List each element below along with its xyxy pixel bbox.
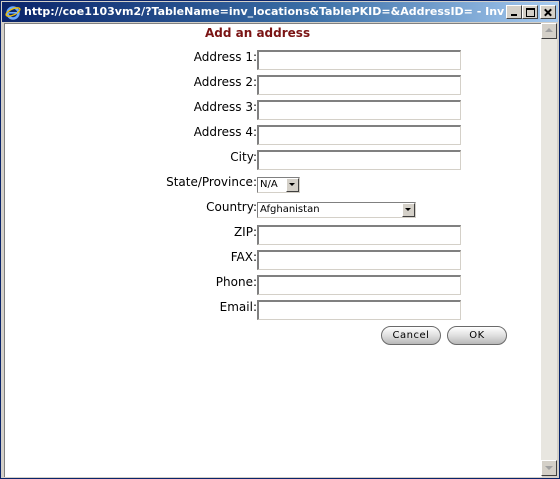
browser-window: http://coe1103vm2/?TableName=inv_locatio…	[0, 0, 560, 479]
fax-input[interactable]	[257, 250, 461, 270]
country-select[interactable]: Afghanistan	[257, 202, 416, 218]
country-selected-value: Afghanistan	[260, 204, 320, 215]
address-4-label: Address 4:	[193, 125, 257, 139]
email-label: Email:	[219, 300, 257, 314]
city-label: City:	[230, 150, 257, 164]
chevron-down-icon[interactable]	[286, 178, 299, 192]
state-selected-value: N/A	[260, 179, 278, 190]
zip-label: ZIP:	[233, 225, 257, 239]
maximize-button[interactable]	[522, 5, 538, 19]
ok-button[interactable]: OK	[447, 326, 507, 345]
state-row: State/Province: N/A	[5, 172, 542, 194]
address-3-row: Address 3:	[5, 97, 542, 120]
address-1-label: Address 1:	[193, 50, 257, 64]
title-bar[interactable]: http://coe1103vm2/?TableName=inv_locatio…	[2, 2, 558, 22]
address-3-label: Address 3:	[193, 100, 257, 114]
country-row: Country: Afghanistan	[5, 197, 542, 219]
country-label: Country:	[206, 200, 257, 214]
cancel-button[interactable]: Cancel	[381, 326, 441, 345]
address-3-input[interactable]	[257, 100, 461, 120]
form-heading: Add an address	[205, 26, 311, 40]
address-2-input[interactable]	[257, 75, 461, 95]
vertical-scrollbar[interactable]	[541, 23, 557, 476]
city-row: City:	[5, 147, 542, 170]
chevron-down-icon[interactable]	[402, 203, 415, 217]
internet-explorer-icon	[5, 6, 21, 20]
minimize-button[interactable]	[506, 5, 522, 19]
city-input[interactable]	[257, 150, 461, 170]
address-4-row: Address 4:	[5, 122, 542, 145]
zip-input[interactable]	[257, 225, 461, 245]
address-1-row: Address 1:	[5, 47, 542, 70]
address-4-input[interactable]	[257, 125, 461, 145]
scroll-up-icon[interactable]	[541, 23, 557, 39]
address-2-row: Address 2:	[5, 72, 542, 95]
phone-input[interactable]	[257, 275, 461, 295]
state-label: State/Province:	[166, 175, 257, 189]
phone-label: Phone:	[215, 275, 257, 289]
email-row: Email:	[5, 297, 542, 320]
fax-row: FAX:	[5, 247, 542, 270]
email-input[interactable]	[257, 300, 461, 320]
close-button[interactable]	[540, 5, 556, 19]
window-title: http://coe1103vm2/?TableName=inv_locatio…	[24, 5, 504, 18]
phone-row: Phone:	[5, 272, 542, 295]
fax-label: FAX:	[230, 250, 257, 264]
page-content: Add an address Address 1: Address 2: Add…	[4, 23, 542, 477]
zip-row: ZIP:	[5, 222, 542, 245]
scroll-down-icon[interactable]	[541, 460, 557, 476]
address-2-label: Address 2:	[193, 75, 257, 89]
state-select[interactable]: N/A	[257, 177, 300, 193]
address-1-input[interactable]	[257, 50, 461, 70]
